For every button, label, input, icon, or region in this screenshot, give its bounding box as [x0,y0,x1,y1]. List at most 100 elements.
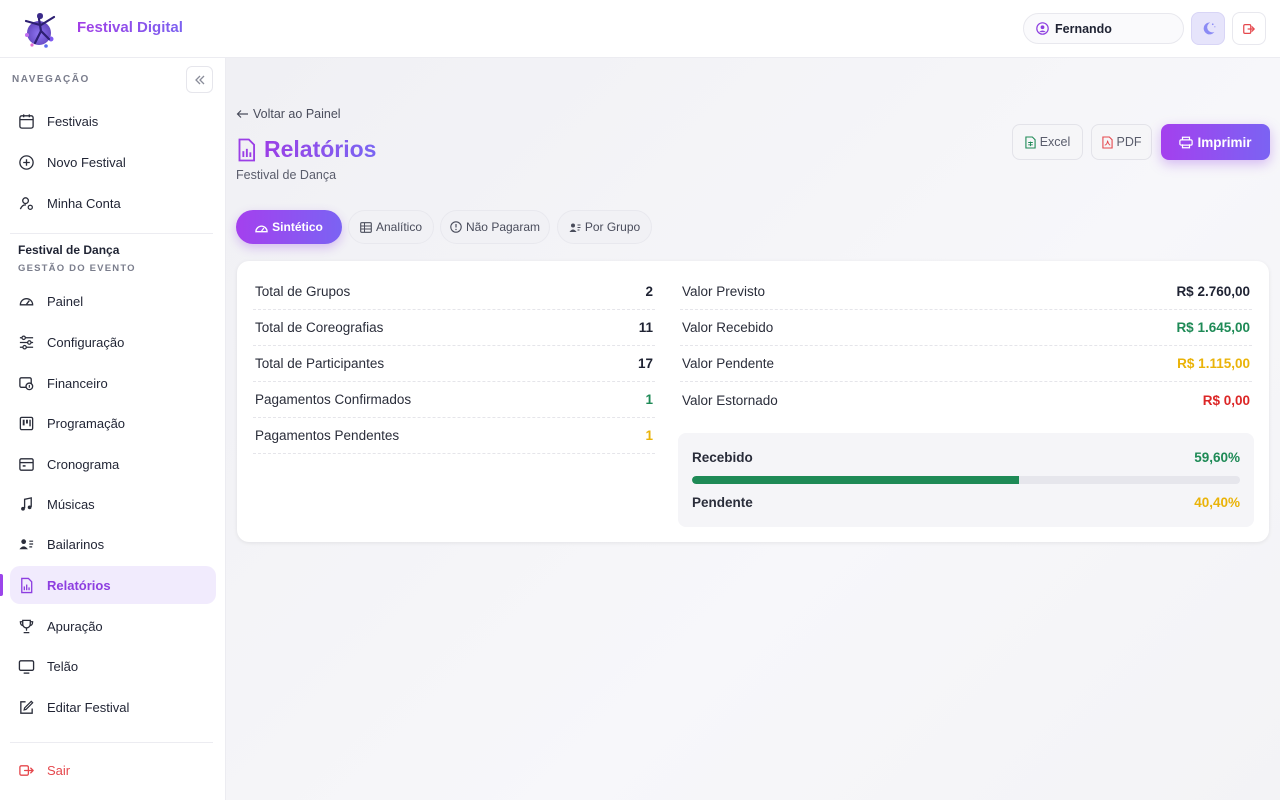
chevrons-left-icon [194,75,204,84]
calendar-grid-icon [19,457,34,471]
stat-label: Total de Participantes [255,356,385,371]
stat-row-valor-estornado: Valor Estornado R$ 0,00 [680,382,1252,418]
stat-row-valor-recebido: Valor Recebido R$ 1.645,00 [680,310,1252,346]
print-button[interactable]: Imprimir [1161,124,1270,160]
festival-logo-icon[interactable] [18,9,60,49]
stat-label: Pagamentos Confirmados [255,392,412,407]
progress-fill [692,476,1019,484]
stat-row-total-coreografias: Total de Coreografias 11 [253,310,655,346]
sidebar-item-label: Configuração [47,334,125,350]
sidebar-item-label: Sair [47,762,71,778]
tab-por-grupo[interactable]: Por Grupo [557,210,652,244]
divider [10,742,213,743]
collapse-sidebar-button[interactable] [186,66,213,93]
tab-analitico[interactable]: Analítico [348,210,434,244]
sidebar-item-relatorios[interactable]: Relatórios [10,566,216,604]
trophy-icon [19,619,34,633]
user-name: Fernando [1055,21,1112,36]
sidebar-item-painel[interactable]: Painel [10,282,216,320]
arrow-left-icon [236,110,248,118]
logout-icon [1243,23,1255,34]
sidebar-item-apuracao[interactable]: Apuração [10,607,216,645]
monitor-icon [18,659,35,674]
stat-row-pagamentos-confirmados: Pagamentos Confirmados 1 [253,382,655,418]
stat-row-total-grupos: Total de Grupos 2 [253,274,655,310]
pending-percent: 40,40% [1194,495,1240,510]
logout-icon [19,764,34,776]
export-pdf-label: PDF [1116,135,1142,149]
dashboard-gauge-icon [19,297,34,305]
sidebar-item-label: Novo Festival [47,154,126,170]
users-list-icon [19,538,34,549]
received-label: Recebido [692,450,753,465]
event-name: Festival de Dança [18,243,120,257]
logout-button[interactable] [1232,12,1266,45]
stat-value: 2 [645,284,653,299]
export-pdf-button[interactable]: PDF [1091,124,1152,160]
edit-icon [20,699,34,714]
sidebar: NAVEGAÇÃO Festivais Novo Festival Minha … [0,58,226,800]
dashboard-gauge-icon [255,225,268,232]
received-percent: 59,60% [1194,450,1240,465]
summary-card: Total de Grupos 2 Total de Coreografias … [237,261,1269,542]
sidebar-item-programacao[interactable]: Programação [10,404,216,442]
export-excel-label: Excel [1039,135,1071,149]
sidebar-item-financeiro[interactable]: Financeiro [10,364,216,402]
stat-value: R$ 1.115,00 [1177,356,1250,371]
nav-heading: NAVEGAÇÃO [12,74,90,85]
sidebar-item-label: Editar Festival [47,699,130,715]
divider [10,233,213,234]
app-title[interactable]: Festival Digital [77,19,183,36]
print-label: Imprimir [1197,134,1252,150]
sidebar-item-cronograma[interactable]: Cronograma [10,445,216,483]
sidebar-item-bailarinos[interactable]: Bailarinos [10,525,216,563]
user-menu[interactable]: Fernando [1023,13,1184,44]
active-indicator [0,574,3,596]
sidebar-item-label: Telão [47,658,79,674]
sidebar-item-novo-festival[interactable]: Novo Festival [10,143,216,181]
sidebar-item-label: Programação [47,415,126,431]
sliders-icon [19,334,34,350]
sidebar-item-configuracao[interactable]: Configuração [10,323,216,361]
page-title-text: Relatórios [264,136,377,162]
theme-toggle-button[interactable] [1191,12,1225,45]
sidebar-item-label: Músicas [47,496,95,512]
sidebar-item-minha-conta[interactable]: Minha Conta [10,184,216,222]
sidebar-item-label: Minha Conta [47,195,121,211]
main-content: Voltar ao Painel Relatórios Festival de … [226,58,1280,800]
sidebar-item-telao[interactable]: Telão [10,647,216,685]
progress-track [692,476,1240,484]
export-excel-button[interactable]: Excel [1012,124,1083,160]
printer-icon [1179,136,1194,148]
stat-value: R$ 1.645,00 [1176,320,1250,335]
tab-label: Por Grupo [584,220,641,234]
tab-nao-pagaram[interactable]: Não Pagaram [440,210,550,244]
stat-label: Valor Pendente [682,356,775,371]
moon-stars-icon [1203,22,1215,35]
stat-label: Total de Coreografias [255,320,384,335]
stat-row-pagamentos-pendentes: Pagamentos Pendentes 1 [253,418,655,454]
alert-circle-icon [450,221,462,233]
back-link[interactable]: Voltar ao Painel [236,107,341,121]
stat-value: 1 [645,428,653,443]
calendar-icon [19,113,34,129]
page-subtitle: Festival de Dança [236,168,337,182]
plus-circle-icon [19,154,34,170]
stat-row-valor-previsto: Valor Previsto R$ 2.760,00 [680,274,1252,310]
stat-value: R$ 0,00 [1202,392,1250,408]
stat-label: Total de Grupos [255,284,351,299]
stat-label: Valor Estornado [682,392,778,408]
sidebar-item-festivais[interactable]: Festivais [10,102,216,140]
tab-sintetico[interactable]: Sintético [236,210,342,244]
sidebar-item-sair[interactable]: Sair [10,751,216,789]
music-note-icon [21,496,32,511]
sidebar-item-label: Cronograma [47,456,120,472]
sidebar-item-musicas[interactable]: Músicas [10,485,216,523]
stat-value: 1 [645,392,653,407]
money-icon [19,376,34,390]
stat-value: 11 [638,320,653,335]
stat-value: R$ 2.760,00 [1176,284,1250,299]
sidebar-item-editar-festival[interactable]: Editar Festival [10,688,216,726]
schedule-icon [19,416,34,430]
tab-label: Analítico [375,220,423,234]
